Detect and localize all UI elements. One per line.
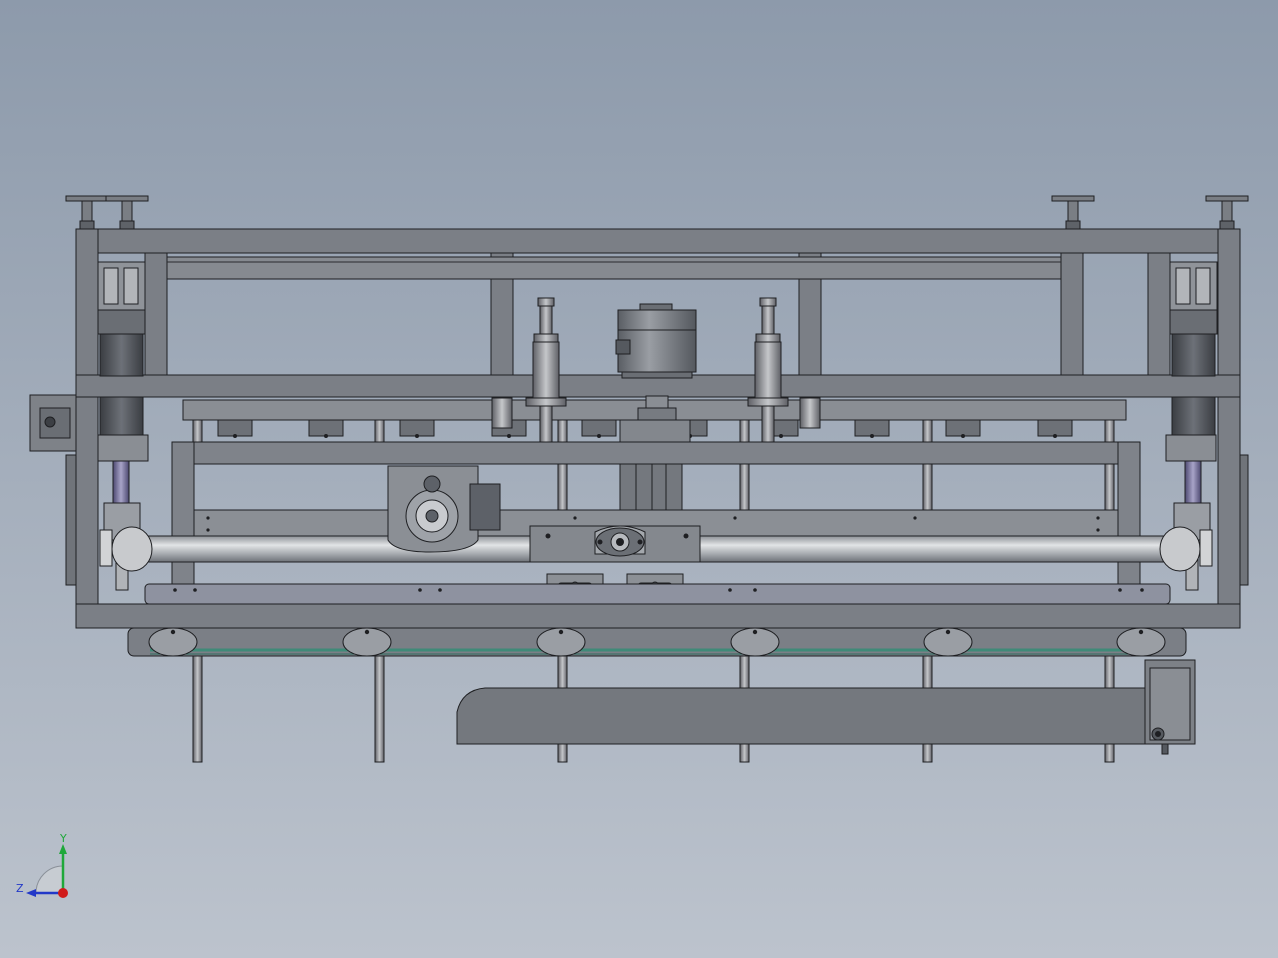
lower-rail: [144, 583, 1171, 605]
bearing-plate: [529, 525, 701, 563]
triad-origin: [58, 888, 68, 898]
discharge-chute: [456, 687, 1146, 745]
leveling-feet: [65, 195, 1249, 230]
conveyor-assembly-model[interactable]: [0, 0, 1278, 958]
right-mount-block: [1239, 454, 1249, 586]
z-axis-arrow: [26, 889, 36, 897]
y-axis-label: Y: [59, 832, 67, 845]
conveyor-belt: [127, 627, 1187, 657]
z-axis-label: Z: [16, 882, 24, 895]
axis-triad-icon: [35, 865, 64, 894]
left-actuator: [97, 261, 153, 591]
axis-triad: Y Z: [16, 832, 68, 898]
cad-viewport[interactable]: Y Z: [0, 0, 1278, 958]
y-axis-arrow: [59, 844, 67, 854]
